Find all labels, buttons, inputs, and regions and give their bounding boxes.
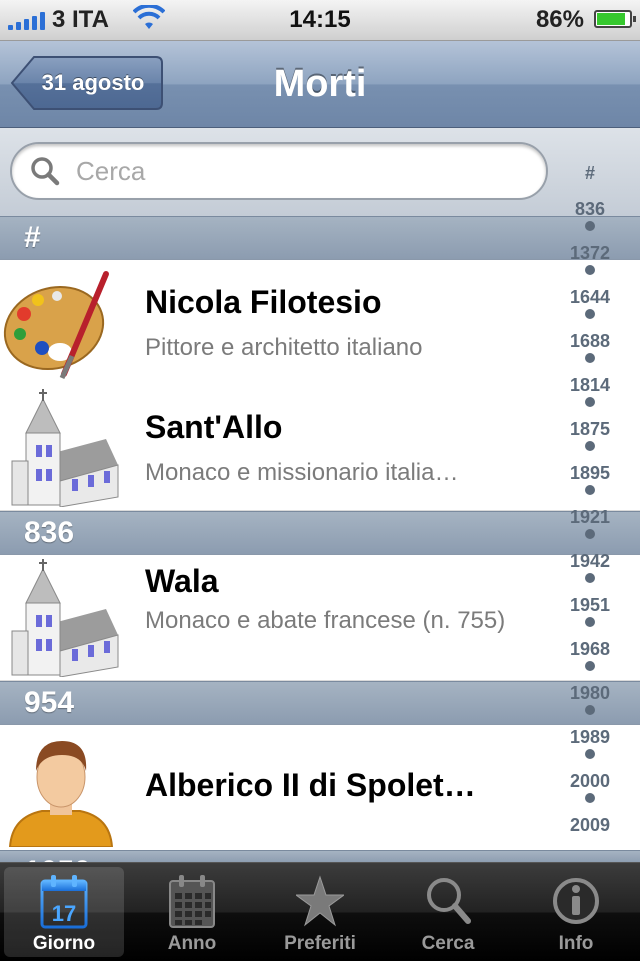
- person-icon: [8, 741, 114, 847]
- section-index-dot: [585, 221, 595, 231]
- list-item[interactable]: Wala Monaco e abate francese (n. 755): [0, 555, 640, 681]
- section-index-item[interactable]: 1644: [560, 287, 620, 308]
- person-name: Sant'Allo: [145, 409, 283, 445]
- page-title: Morti: [273, 63, 367, 105]
- tab-preferiti[interactable]: Preferiti: [260, 867, 380, 957]
- battery-icon: [594, 10, 636, 28]
- search-icon: [427, 878, 471, 924]
- search-icon: [31, 157, 60, 186]
- back-button-label: 31 agosto: [41, 70, 145, 95]
- person-name: Wala: [145, 563, 219, 599]
- tab-label: Anno: [167, 933, 217, 954]
- section-index-item[interactable]: #: [560, 163, 620, 184]
- person-description: Monaco e abate francese (n. 755): [145, 607, 506, 634]
- section-index-dot: [585, 529, 595, 539]
- list-item[interactable]: Sant'Allo Monaco e missionario italia…: [0, 385, 640, 511]
- tab-giorno[interactable]: 17 Giorno: [4, 867, 124, 957]
- section-index-item[interactable]: 1921: [560, 507, 620, 528]
- palette-icon: [3, 271, 109, 380]
- section-index-item[interactable]: 1895: [560, 463, 620, 484]
- tab-label: Giorno: [32, 933, 96, 954]
- star-icon: [296, 875, 344, 927]
- section-index-item[interactable]: 1942: [560, 551, 620, 572]
- person-description: Monaco e missionario italia…: [145, 459, 459, 486]
- section-index-dot: [585, 749, 595, 759]
- tab-cerca[interactable]: Cerca: [388, 867, 508, 957]
- section-header: #: [0, 216, 640, 260]
- section-header: 954: [0, 681, 640, 725]
- info-icon: [553, 878, 599, 924]
- section-index-item[interactable]: 1968: [560, 639, 620, 660]
- section-index-dot: [585, 397, 595, 407]
- list-item[interactable]: Nicola Filotesio Pittore e architetto it…: [0, 260, 640, 386]
- search-bar: [0, 128, 640, 217]
- section-index[interactable]: #836 1372 1644 1688 1814 1875 1895 1921 1942 1951…: [560, 163, 620, 835]
- section-index-item[interactable]: 1688: [560, 331, 620, 352]
- navigation-bar: 31 agosto Morti: [0, 41, 640, 128]
- person-name: Alberico II di Spolet…: [145, 767, 476, 803]
- section-index-item[interactable]: 1989: [560, 727, 620, 748]
- tab-anno[interactable]: Anno: [132, 867, 252, 957]
- calendar-day-icon: 17: [40, 875, 88, 929]
- tab-label: Info: [558, 933, 594, 954]
- search-field[interactable]: [10, 142, 548, 200]
- section-index-dot: [585, 485, 595, 495]
- section-index-item[interactable]: 1814: [560, 375, 620, 396]
- section-index-item[interactable]: 1980: [560, 683, 620, 704]
- tab-info[interactable]: Info: [516, 867, 636, 957]
- battery-percent: 86%: [535, 6, 584, 33]
- section-index-dot: [585, 661, 595, 671]
- section-index-dot: [585, 705, 595, 715]
- section-index-dot: [585, 617, 595, 627]
- section-index-dot: [585, 441, 595, 451]
- section-index-item[interactable]: 2009: [560, 815, 620, 836]
- section-index-dot: [585, 309, 595, 319]
- section-index-dot: [585, 793, 595, 803]
- back-button[interactable]: 31 agosto: [10, 55, 164, 111]
- person-description: Pittore e architetto italiano: [145, 334, 423, 361]
- section-header: 836: [0, 511, 640, 555]
- section-index-dot: [585, 353, 595, 363]
- section-index-item[interactable]: 1875: [560, 419, 620, 440]
- section-index-item[interactable]: 1372: [560, 243, 620, 264]
- person-name: Nicola Filotesio: [145, 284, 382, 320]
- tab-bar: 17 Giorno Anno Preferiti Cerca Info: [0, 862, 640, 961]
- section-index-item[interactable]: 836: [560, 199, 620, 220]
- status-bar: 3 ITA 14:15 86%: [0, 0, 640, 41]
- calendar-grid-icon: [169, 875, 215, 928]
- section-index-item[interactable]: 1951: [560, 595, 620, 616]
- section-index-item[interactable]: 2000: [560, 771, 620, 792]
- church-icon: [11, 389, 119, 507]
- section-index-dot: [585, 573, 595, 583]
- section-index-dot: [585, 265, 595, 275]
- search-input[interactable]: [74, 152, 518, 190]
- tab-label: Cerca: [421, 933, 475, 954]
- list-item[interactable]: Alberico II di Spolet…: [0, 725, 640, 851]
- tab-label: Preferiti: [284, 933, 356, 954]
- church-icon: [11, 559, 119, 677]
- calendar-day-number: 17: [52, 901, 76, 926]
